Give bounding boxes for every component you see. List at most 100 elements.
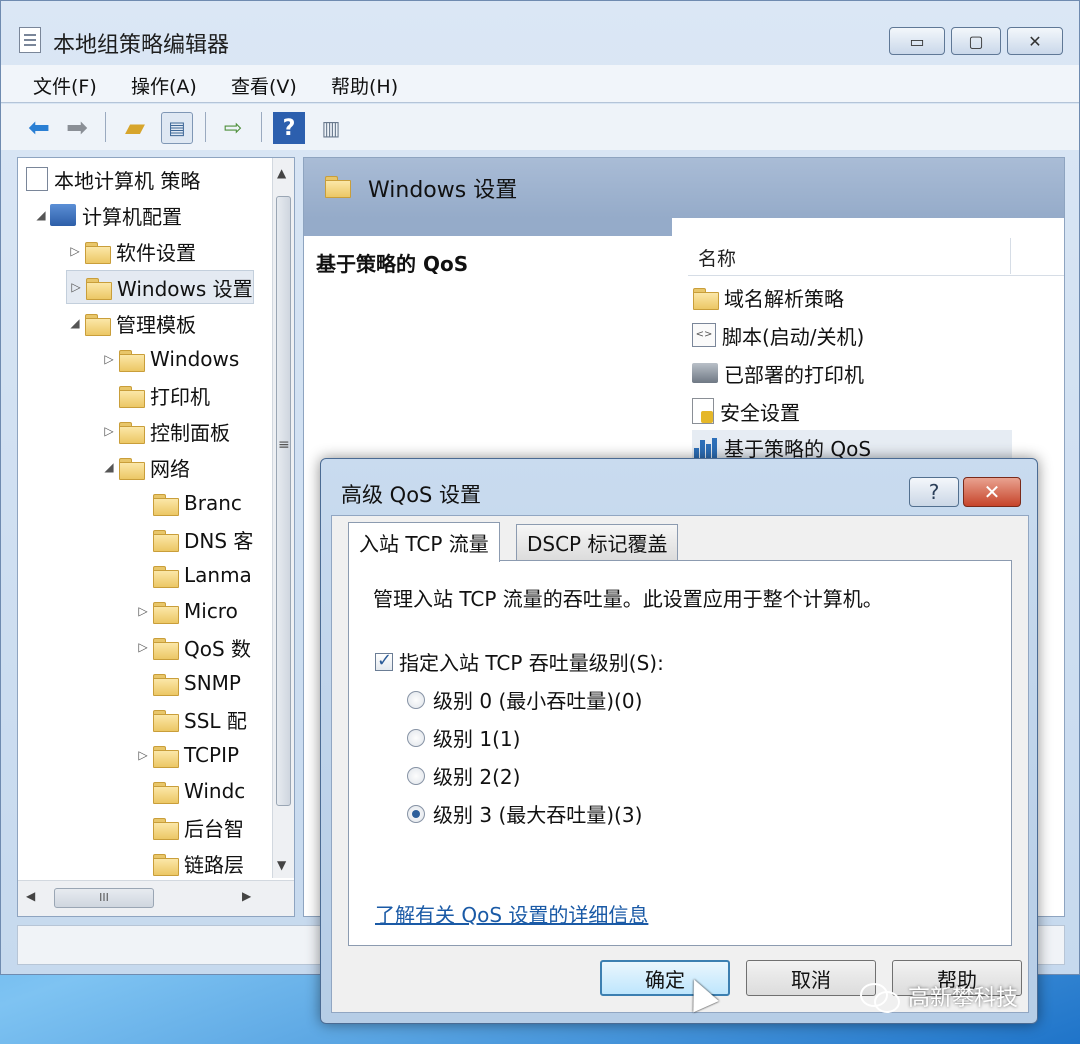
tree-horizontal-scrollbar[interactable]: ◀ III ▶ (18, 880, 294, 916)
tree-item-printers[interactable]: 打印机 (100, 378, 210, 412)
radio-level-0[interactable]: 级别 0 (最小吞吐量)(0) (407, 685, 642, 714)
tree-item-software-settings[interactable]: ▷ 软件设置 (66, 234, 196, 268)
scroll-left-icon[interactable]: ◀ (26, 889, 35, 903)
checkbox-label: 指定入站 TCP 吞吐量级别(S): (399, 651, 664, 675)
tree-vertical-scrollbar[interactable]: ▲ ≡ ▼ (272, 158, 294, 878)
tree-item-admin-templates[interactable]: ◢ 管理模板 (66, 306, 196, 340)
column-header-name[interactable]: 名称 (688, 238, 1064, 276)
scroll-grip-icon: ≡ (278, 437, 290, 453)
expand-arrow-icon[interactable]: ▷ (66, 244, 84, 258)
action-pane-icon[interactable]: ▥ (315, 112, 347, 144)
maximize-button[interactable]: ▢ (951, 27, 1001, 55)
tab-inbound-tcp[interactable]: 入站 TCP 流量 (348, 522, 500, 562)
window-title: 本地组策略编辑器 (53, 33, 230, 58)
menu-action[interactable]: 操作(A) (131, 72, 197, 99)
scroll-right-icon[interactable]: ▶ (242, 889, 251, 903)
tree-item-windows-connect[interactable]: Windc (134, 774, 245, 808)
tree-item-label: 软件设置 (116, 240, 196, 265)
radio-level-2[interactable]: 级别 2(2) (407, 761, 520, 790)
dialog-close-button[interactable]: ✕ (963, 477, 1021, 507)
title-bar[interactable]: 本地组策略编辑器 ▭ ▢ ✕ (1, 1, 1079, 61)
menu-view[interactable]: 查看(V) (231, 72, 297, 99)
export-list-icon[interactable]: ⇨ (217, 112, 249, 144)
back-arrow-icon[interactable]: ⬅ (23, 112, 55, 144)
help-icon[interactable]: ? (273, 112, 305, 144)
tree-item-lanman[interactable]: Lanma (134, 558, 252, 592)
tree-item-link-layer[interactable]: 链路层 (134, 846, 244, 880)
watermark: 高新攀科技 (860, 980, 1019, 1013)
expand-arrow-icon[interactable]: ▷ (100, 352, 118, 366)
tree-item-ssl[interactable]: SSL 配 (134, 702, 247, 736)
radio-button-selected[interactable] (407, 804, 425, 823)
expand-arrow-icon[interactable]: ◢ (32, 208, 50, 222)
policy-doc-icon (26, 167, 48, 191)
expand-arrow-icon[interactable]: ▷ (100, 424, 118, 438)
radio-button[interactable] (407, 690, 425, 709)
scroll-down-icon[interactable]: ▼ (277, 858, 286, 872)
tree-item-windows-components[interactable]: ▷ Windows (100, 342, 239, 376)
tree-item-label: TCPIP (184, 743, 240, 767)
menu-help[interactable]: 帮助(H) (331, 72, 398, 99)
tree-item-label: 管理模板 (116, 312, 196, 337)
list-item[interactable]: 安全设置 (692, 394, 800, 428)
folder-icon (152, 852, 179, 876)
column-divider[interactable] (1010, 238, 1011, 274)
expand-arrow-icon[interactable]: ▷ (134, 640, 152, 654)
tree-item-qos[interactable]: ▷ QoS 数 (134, 630, 251, 664)
folder-icon (324, 174, 351, 198)
folder-icon (692, 286, 719, 310)
up-folder-icon[interactable]: ▰ (119, 112, 151, 144)
hscroll-grip-icon: III (99, 891, 109, 904)
throughput-level-checkbox[interactable] (375, 650, 393, 671)
radio-label: 级别 2(2) (433, 765, 521, 789)
radio-button[interactable] (407, 766, 425, 785)
tree-item-root[interactable]: 本地计算机 策略 (26, 162, 200, 196)
expand-arrow-icon[interactable]: ◢ (66, 316, 84, 330)
tree-item-computer-config[interactable]: ◢ 计算机配置 (32, 198, 182, 232)
expand-arrow-icon[interactable]: ▷ (134, 604, 152, 618)
watermark-text: 高新攀科技 (908, 986, 1019, 1011)
list-item[interactable]: <> 脚本(启动/关机) (692, 318, 864, 352)
folder-icon (152, 744, 179, 768)
dialog-help-button[interactable]: ? (909, 477, 959, 507)
list-item[interactable]: 已部署的打印机 (692, 356, 864, 390)
dialog-title: 高级 QoS 设置 (341, 483, 482, 507)
tab-dscp-override[interactable]: DSCP 标记覆盖 (516, 524, 679, 560)
tree-item-branchcache[interactable]: Branc (134, 486, 242, 520)
expand-arrow-icon[interactable]: ◢ (100, 460, 118, 474)
radio-level-1[interactable]: 级别 1(1) (407, 723, 520, 752)
show-hide-tree-icon[interactable]: ▤ (161, 112, 193, 144)
expand-arrow-icon[interactable]: ▷ (67, 280, 85, 294)
tree-item-background-transfer[interactable]: 后台智 (134, 810, 244, 844)
cancel-button[interactable]: 取消 (746, 960, 876, 996)
tree-item-tcpip[interactable]: ▷ TCPIP (134, 738, 239, 772)
forward-arrow-icon[interactable]: ➡ (61, 112, 93, 144)
minimize-button[interactable]: ▭ (889, 27, 945, 55)
throughput-level-checkbox-row[interactable]: 指定入站 TCP 吞吐量级别(S): (375, 647, 664, 676)
scroll-up-icon[interactable]: ▲ (277, 166, 286, 180)
learn-more-link[interactable]: 了解有关 QoS 设置的详细信息 (375, 899, 648, 928)
tree-item-windows-settings[interactable]: ▷ Windows 设置 (66, 270, 254, 304)
menu-file[interactable]: 文件(F) (33, 72, 97, 99)
folder-icon (152, 600, 179, 624)
radio-level-3[interactable]: 级别 3 (最大吞吐量)(3) (407, 799, 642, 828)
tree-item-control-panel[interactable]: ▷ 控制面板 (100, 414, 230, 448)
radio-label: 级别 3 (最大吞吐量)(3) (433, 803, 643, 827)
expand-arrow-icon[interactable]: ▷ (134, 748, 152, 762)
radio-label: 级别 0 (最小吞吐量)(0) (433, 689, 643, 713)
tree-item-dns-client[interactable]: DNS 客 (134, 522, 253, 556)
list-item-label: 已部署的打印机 (724, 362, 864, 387)
tree-item-microsoft[interactable]: ▷ Micro (134, 594, 238, 628)
list-item-label: 域名解析策略 (724, 286, 844, 311)
scroll-thumb[interactable]: ≡ (276, 196, 291, 806)
tree-item-network[interactable]: ◢ 网络 (100, 450, 190, 484)
folder-icon (152, 780, 179, 804)
tree-item-snmp[interactable]: SNMP (134, 666, 241, 700)
radio-button[interactable] (407, 728, 425, 747)
console-tree[interactable]: 本地计算机 策略 ◢ 计算机配置 ▷ 软件设置 ▷ Windows 设置 ◢ 管… (17, 157, 295, 917)
computer-icon (50, 204, 76, 226)
list-item[interactable]: 域名解析策略 (692, 280, 844, 314)
close-button[interactable]: ✕ (1007, 27, 1063, 55)
folder-icon (118, 348, 145, 372)
hscroll-thumb[interactable]: III (54, 888, 154, 908)
